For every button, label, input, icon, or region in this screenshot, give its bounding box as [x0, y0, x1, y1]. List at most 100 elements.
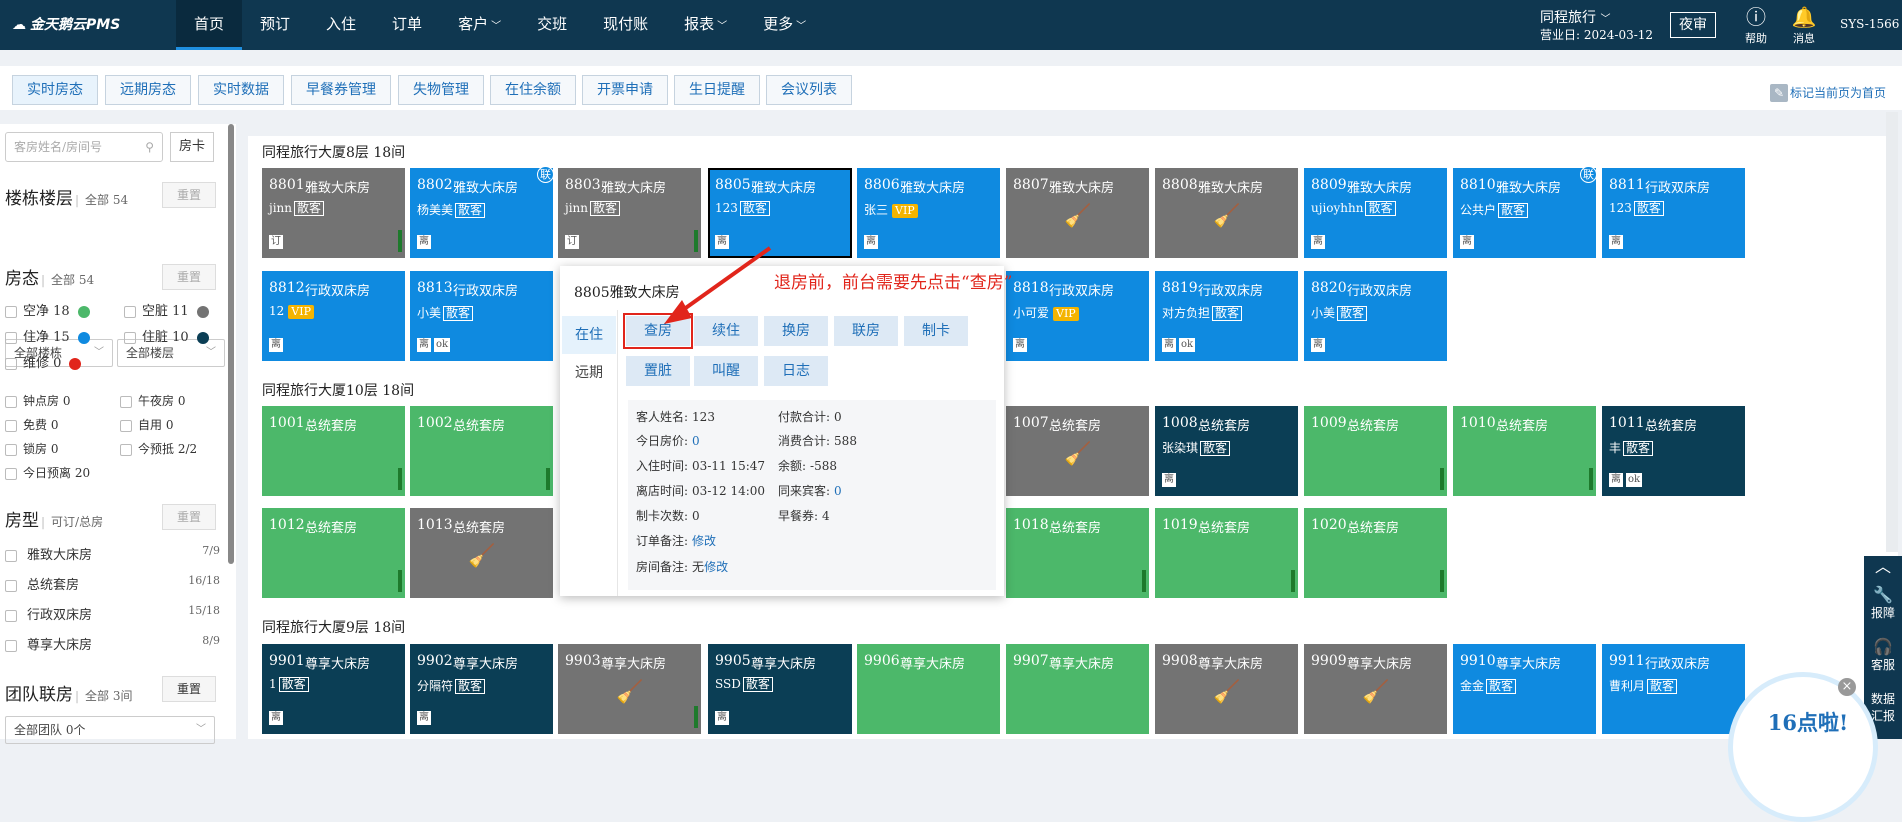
room-card-8811[interactable]: 8811 行政双床房 123 散客离: [1602, 168, 1745, 258]
reset-building-button[interactable]: 重置: [162, 182, 216, 208]
set-dirty-button[interactable]: 置脏: [626, 356, 690, 386]
tab-in-house[interactable]: 在住: [562, 316, 616, 354]
flag-arriving[interactable]: 今预抵 2/2: [120, 440, 197, 457]
room-card-8805-selected[interactable]: 8805 雅致大床房 123 散客离: [708, 168, 852, 258]
room-card-8809[interactable]: 8809 雅致大床房 ujioyhhn 散客离: [1304, 168, 1447, 258]
room-card-9903[interactable]: 9903 尊享大床房 🧹: [558, 644, 701, 734]
room-card-9908[interactable]: 9908 尊享大床房 🧹: [1155, 644, 1298, 734]
status-maintenance[interactable]: 维修 0: [5, 352, 82, 371]
nav-item-reserve[interactable]: 预订: [242, 0, 308, 50]
status-occupied-clean[interactable]: 住净 15: [5, 326, 90, 345]
room-card-8819[interactable]: 8819 行政双床房 对方负担 散客离 ok: [1155, 271, 1298, 361]
room-card-9911[interactable]: 9911 行政双床房 曹利月 散客: [1602, 644, 1745, 734]
room-card-1002[interactable]: 1002 总统套房: [410, 406, 553, 496]
room-card-1018[interactable]: 1018 总统套房: [1006, 508, 1149, 598]
tab-forward-status[interactable]: 远期房态: [105, 75, 191, 105]
team-select[interactable]: 全部团队 0个 ﹀: [5, 716, 215, 744]
extend-stay-button[interactable]: 续住: [694, 316, 758, 346]
tab-balance[interactable]: 在住余额: [490, 75, 576, 105]
reset-team-button[interactable]: 重置: [162, 676, 216, 702]
tab-meetings[interactable]: 会议列表: [766, 75, 852, 105]
wake-up-button[interactable]: 叫醒: [694, 356, 758, 386]
search-input[interactable]: 客房姓名/房间号 ⚲: [5, 132, 163, 162]
roomtype-option[interactable]: 尊享大床房 8/9: [5, 634, 220, 653]
inspect-room-button[interactable]: 查房: [623, 313, 693, 349]
room-card-9902[interactable]: 9902 尊享大床房 分隔符 散客离: [410, 644, 553, 734]
room-card-8808[interactable]: 8808 雅致大床房 🧹: [1155, 168, 1298, 258]
tab-birthday[interactable]: 生日提醒: [674, 75, 760, 105]
tab-lost-found[interactable]: 失物管理: [398, 75, 484, 105]
tab-breakfast[interactable]: 早餐券管理: [291, 75, 391, 105]
flag-hourly[interactable]: 钟点房 0: [5, 392, 70, 409]
dock-report-fault[interactable]: 🔧 报障: [1864, 586, 1902, 621]
room-card-8812[interactable]: 8812 行政双床房 12 VIP 离: [262, 271, 405, 361]
sidebar-scrollbar[interactable]: [228, 124, 234, 564]
room-card-1010[interactable]: 1010 总统套房: [1453, 406, 1596, 496]
roomtype-option[interactable]: 雅致大床房 7/9: [5, 544, 220, 563]
nav-item-checkin[interactable]: 入住: [308, 0, 374, 50]
flag-midnight[interactable]: 午夜房 0: [120, 392, 185, 409]
link-room-button[interactable]: 联房: [834, 316, 898, 346]
roomtype-option[interactable]: 总统套房 16/18: [5, 574, 220, 593]
nav-item-shift[interactable]: 交班: [519, 0, 585, 50]
status-vacant-clean[interactable]: 空净 18: [5, 300, 90, 319]
nav-item-home[interactable]: 首页: [176, 0, 243, 50]
tab-invoice[interactable]: 开票申请: [582, 75, 668, 105]
nav-item-more[interactable]: 更多 ﹀: [745, 0, 824, 50]
dock-collapse-button[interactable]: ︿: [1864, 558, 1902, 576]
reset-roomtype-button[interactable]: 重置: [162, 504, 216, 530]
nav-item-customers[interactable]: 客户 ﹀: [440, 0, 519, 50]
room-card-9901[interactable]: 9901 尊享大床房 1 散客离: [262, 644, 405, 734]
help-button[interactable]: ⓘ 帮助: [1736, 4, 1776, 46]
room-card-9910[interactable]: 9910 尊享大床房 金金 散客: [1453, 644, 1596, 734]
main-scrollbar[interactable]: [1886, 112, 1898, 552]
nav-item-cash[interactable]: 现付账: [585, 0, 666, 50]
tab-realtime-status[interactable]: 实时房态: [12, 75, 98, 105]
room-card-1008[interactable]: 1008 总统套房 张染琪 散客离: [1155, 406, 1298, 496]
edit-room-note-link[interactable]: 修改: [704, 560, 728, 574]
room-card-1020[interactable]: 1020 总统套房: [1304, 508, 1447, 598]
room-card-1007[interactable]: 1007 总统套房 🧹: [1006, 406, 1149, 496]
room-card-8807[interactable]: 8807 雅致大床房 🧹: [1006, 168, 1149, 258]
room-card-8803[interactable]: 8803 雅致大床房 jinn 散客订: [558, 168, 701, 258]
room-card-1019[interactable]: 1019 总统套房: [1155, 508, 1298, 598]
nav-item-reports[interactable]: 报表 ﹀: [666, 0, 745, 50]
room-card-9905[interactable]: 9905 尊享大床房 SSD 散客离: [708, 644, 852, 734]
reset-status-button[interactable]: 重置: [162, 264, 216, 290]
room-card-8818[interactable]: 8818 行政双床房 小可爱 VIP 离: [1006, 271, 1149, 361]
hotel-switcher[interactable]: 同程旅行 ﹀: [1540, 7, 1610, 27]
room-card-8813[interactable]: 8813 行政双床房 小美 散客离 ok: [410, 271, 553, 361]
flag-self-use[interactable]: 自用 0: [120, 416, 173, 433]
room-card-9906[interactable]: 9906 尊享大床房: [857, 644, 1000, 734]
room-card-8802[interactable]: 8802 雅致大床房 杨美美 散客离 联: [410, 166, 554, 258]
mark-home-link[interactable]: ✎ 标记当前页为首页: [1769, 84, 1886, 102]
messages-button[interactable]: 🔔 消息: [1784, 4, 1824, 46]
status-occupied-dirty[interactable]: 住脏 10: [124, 326, 209, 345]
change-room-button[interactable]: 换房: [764, 316, 828, 346]
user-id[interactable]: SYS-1566: [1840, 17, 1899, 31]
flag-free[interactable]: 免费 0: [5, 416, 58, 433]
log-button[interactable]: 日志: [764, 356, 828, 386]
flag-locked[interactable]: 锁房 0: [5, 440, 58, 457]
tab-realtime-data[interactable]: 实时数据: [198, 75, 284, 105]
flag-departing[interactable]: 今日预离 20: [5, 464, 90, 481]
close-icon[interactable]: ×: [1838, 678, 1856, 696]
room-card-1012[interactable]: 1012 总统套房: [262, 508, 405, 598]
make-card-button[interactable]: 制卡: [904, 316, 968, 346]
room-card-8820[interactable]: 8820 行政双床房 小美 散客离: [1304, 271, 1447, 361]
room-card-1001[interactable]: 1001 总统套房: [262, 406, 405, 496]
status-vacant-dirty[interactable]: 空脏 11: [124, 300, 209, 319]
room-card-button[interactable]: 房卡: [170, 132, 214, 162]
room-card-8806[interactable]: 8806 雅致大床房 张三 VIP 离: [857, 168, 1000, 258]
room-card-1013[interactable]: 1013 总统套房 🧹: [410, 508, 553, 598]
room-card-9907[interactable]: 9907 尊享大床房: [1006, 644, 1149, 734]
room-card-9909[interactable]: 9909 尊享大床房 🧹: [1304, 644, 1447, 734]
room-card-1011[interactable]: 1011 总统套房丰散客离 ok: [1602, 406, 1745, 496]
dock-customer-service[interactable]: 🎧 客服: [1864, 638, 1902, 673]
edit-order-note-link[interactable]: 修改: [692, 534, 716, 548]
room-card-1009[interactable]: 1009 总统套房: [1304, 406, 1447, 496]
night-audit-button[interactable]: 夜审: [1670, 12, 1716, 38]
room-card-8801[interactable]: 8801 雅致大床房 jinn 散客订: [262, 168, 405, 258]
logo[interactable]: ☁ 金天鹅云PMS: [12, 14, 120, 34]
nav-item-orders[interactable]: 订单: [374, 0, 440, 50]
